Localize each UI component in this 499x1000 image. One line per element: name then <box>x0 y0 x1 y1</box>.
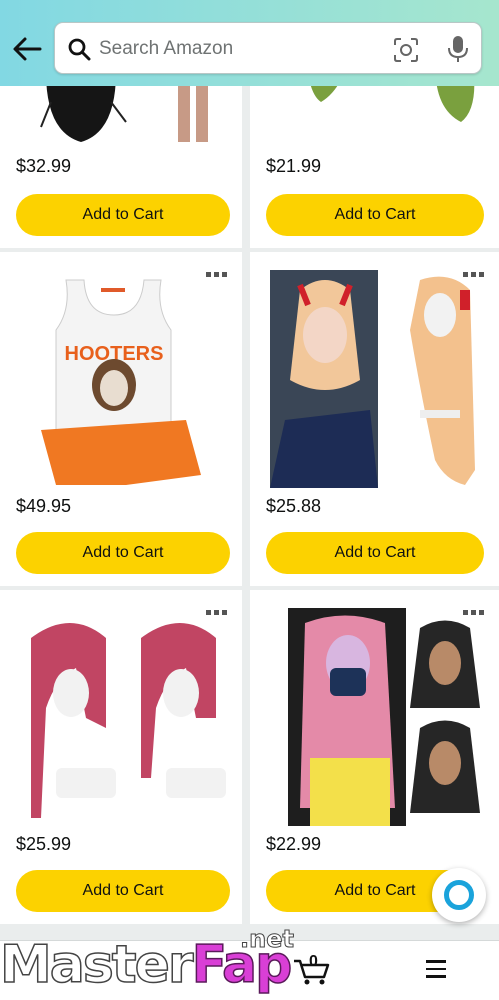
product-image[interactable] <box>266 608 484 828</box>
add-to-cart-button[interactable]: Add to Cart <box>16 532 230 574</box>
search-bar[interactable] <box>54 22 482 74</box>
watermark-suffix: .net <box>240 925 295 954</box>
product-price: $49.95 <box>16 496 72 516</box>
product-price: $22.99 <box>266 834 322 854</box>
camera-lens-icon[interactable] <box>393 37 419 63</box>
add-to-cart-button[interactable]: Add to Cart <box>16 194 230 236</box>
product-image[interactable]: HOOTERS <box>16 270 226 490</box>
product-card[interactable]: HOOTERS $49.95 Add to Cart <box>0 252 242 586</box>
product-card[interactable]: $25.88 Add to Cart <box>250 252 499 586</box>
product-image[interactable] <box>16 608 226 828</box>
watermark-word1: Master <box>0 934 194 996</box>
search-input[interactable] <box>99 33 379 65</box>
product-image[interactable] <box>266 270 484 490</box>
alexa-icon <box>444 880 474 910</box>
add-to-cart-button[interactable]: Add to Cart <box>16 870 230 912</box>
product-price: $25.99 <box>16 834 72 854</box>
product-price: $25.88 <box>266 496 322 516</box>
add-to-cart-button[interactable]: Add to Cart <box>266 532 484 574</box>
watermark-logo: MasterFap .net <box>0 925 320 1000</box>
add-to-cart-button[interactable]: Add to Cart <box>266 194 484 236</box>
product-price: $32.99 <box>16 156 72 176</box>
microphone-icon[interactable] <box>447 35 469 63</box>
back-arrow-icon[interactable] <box>10 34 44 64</box>
search-icon <box>68 38 91 61</box>
product-price: $21.99 <box>266 156 322 176</box>
top-search-header <box>0 0 499 86</box>
menu-icon[interactable] <box>416 955 456 987</box>
alexa-button[interactable] <box>432 868 486 922</box>
product-card[interactable]: $25.99 Add to Cart <box>0 590 242 924</box>
